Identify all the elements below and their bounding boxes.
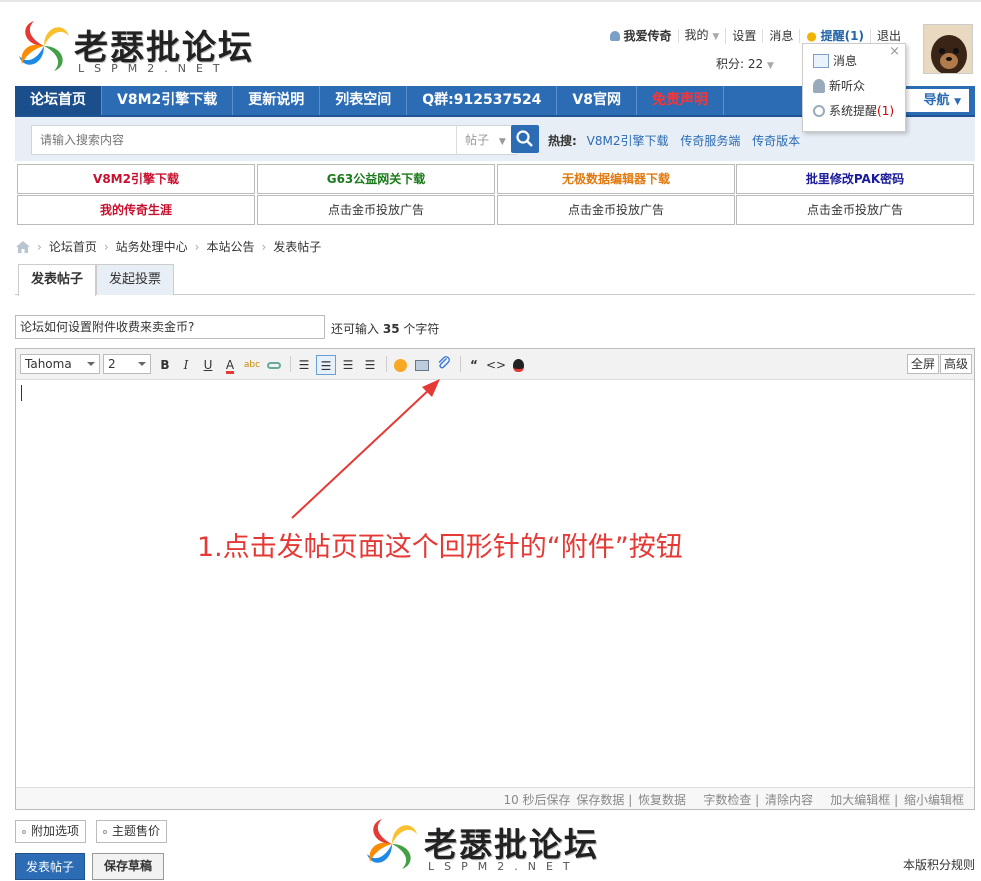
- logo-swirl-icon: [19, 21, 69, 71]
- bulb-icon: ●: [806, 29, 817, 43]
- user-icon: [813, 79, 825, 93]
- remind-link[interactable]: ● 提醒(1): [800, 29, 871, 43]
- hot-searches: 热搜: V8M2引擎下载 传奇服务端 传奇版本: [548, 134, 801, 148]
- annotation-arrow: [291, 379, 440, 519]
- search-icon: [516, 130, 533, 147]
- expand-icon: [103, 829, 107, 834]
- user-bar: 我爱传奇 我的 ▼ 设置 消息 ● 提醒(1) 退出: [604, 28, 907, 44]
- submit-post-button[interactable]: 发表帖子: [15, 853, 85, 880]
- word-count-link[interactable]: 字数检查: [703, 793, 751, 807]
- subject-char-hint: 还可输入 35 个字符: [331, 322, 440, 336]
- editor-status-bar: 10 秒后保存 保存数据 | 恢复数据 字数检查 | 清除内容 加大编辑框 | …: [16, 787, 974, 809]
- credits-menu[interactable]: 积分: 22 ▼: [716, 55, 774, 72]
- notification-popup: × 消息 新听众 系统提醒 (1): [802, 43, 906, 132]
- clear-content-link[interactable]: 清除内容: [765, 793, 813, 807]
- autosave-countdown: 10 秒后保存: [503, 793, 571, 807]
- site-logo[interactable]: 老瑟批论坛 LSPM2.NET: [14, 16, 274, 78]
- nav-item-changelog[interactable]: 更新说明: [233, 86, 321, 115]
- nav-item-v8m2-download[interactable]: V8M2引擎下载: [102, 86, 234, 115]
- search-button[interactable]: [511, 125, 539, 153]
- shrink-editor-link[interactable]: 缩小编辑框: [904, 793, 964, 807]
- avatar-image: [924, 25, 972, 73]
- annotation-text: 1.点击发帖页面这个回形针的“附件”按钮: [197, 532, 683, 563]
- hot-link-server[interactable]: 传奇服务端: [680, 134, 740, 148]
- post-tabs: 发表帖子 发起投票: [15, 264, 975, 296]
- nav-item-list-space[interactable]: 列表空间: [320, 86, 408, 115]
- search-box: 帖子 ▼: [31, 125, 517, 155]
- close-icon[interactable]: ×: [889, 44, 900, 59]
- expand-icon: [22, 829, 26, 834]
- credit-rules-link[interactable]: 本版积分规则: [903, 856, 975, 873]
- popup-item-system-reminder[interactable]: 系统提醒 (1): [813, 100, 894, 122]
- grid-link-ad-3[interactable]: 点击金币投放广告: [736, 195, 974, 225]
- logout-link[interactable]: 退出: [871, 29, 907, 43]
- grid-link-pak[interactable]: 批里修改PAK密码: [736, 164, 974, 194]
- user-icon: [609, 31, 620, 41]
- logo-text: 老瑟批论坛: [424, 825, 599, 864]
- nav-item-disclaimer[interactable]: 免责声明: [637, 86, 724, 115]
- settings-link[interactable]: 设置: [726, 29, 764, 43]
- logo-subtext: LSPM2.NET: [78, 62, 230, 75]
- grid-link-editor[interactable]: 无极数据编辑器下载: [497, 164, 735, 194]
- save-draft-button[interactable]: 保存草稿: [92, 853, 164, 880]
- breadcrumb-current: 发表帖子: [273, 240, 322, 254]
- logo-subtext: LSPM2.NET: [428, 860, 580, 873]
- my-menu[interactable]: 我的 ▼: [679, 28, 727, 44]
- watermark-logo: 老瑟批论坛 LSPM2.NET: [362, 814, 622, 876]
- gear-icon: [813, 105, 825, 117]
- grid-link-ad-2[interactable]: 点击金币投放广告: [497, 195, 735, 225]
- nav-item-v8-site[interactable]: V8官网: [557, 86, 637, 115]
- envelope-icon: [813, 54, 829, 68]
- post-editor: Tahoma 2 B I U A abc ☰ ☰ ☰ ☰ “ <> 全屏 高级 …: [15, 348, 975, 810]
- save-data-link[interactable]: 保存数据: [576, 793, 624, 807]
- breadcrumb-item[interactable]: 论坛首页: [49, 238, 97, 255]
- topic-price-button[interactable]: 主题售价: [96, 820, 168, 843]
- top-line: [0, 0, 981, 2]
- grid-link-v8m2[interactable]: V8M2引擎下载: [17, 164, 255, 194]
- enlarge-editor-link[interactable]: 加大编辑框: [830, 793, 890, 807]
- search-type-select[interactable]: 帖子 ▼: [456, 126, 516, 154]
- breadcrumb: › 论坛首页 › 站务处理中心 › 本站公告 › 发表帖子: [16, 238, 321, 255]
- guide-menu[interactable]: 导航 ▼: [905, 89, 969, 112]
- hot-link-version[interactable]: 传奇版本: [752, 134, 800, 148]
- nav-item-home[interactable]: 论坛首页: [15, 86, 102, 115]
- breadcrumb-item[interactable]: 本站公告: [206, 238, 254, 255]
- grid-link-career[interactable]: 我的传奇生涯: [17, 195, 255, 225]
- messages-link[interactable]: 消息: [763, 29, 801, 43]
- chevron-down-icon: ▼: [954, 97, 961, 107]
- restore-data-link[interactable]: 恢复数据: [638, 793, 686, 807]
- extra-options-button[interactable]: 附加选项: [15, 820, 87, 843]
- chevron-down-icon: ▼: [498, 137, 506, 147]
- popup-item-new-followers[interactable]: 新听众: [813, 75, 865, 97]
- home-icon[interactable]: [16, 240, 30, 253]
- logo-swirl-icon: [367, 819, 417, 869]
- hot-link-v8m2[interactable]: V8M2引擎下载: [587, 134, 669, 148]
- username-link[interactable]: 我爱传奇: [604, 29, 679, 43]
- tab-new-poll[interactable]: 发起投票: [96, 264, 175, 295]
- chevron-down-icon: ▼: [766, 61, 774, 71]
- nav-item-qq-group[interactable]: Q群:912537524: [407, 86, 558, 115]
- search-input[interactable]: [32, 126, 442, 154]
- grid-link-ad-1[interactable]: 点击金币投放广告: [257, 195, 495, 225]
- tab-new-post[interactable]: 发表帖子: [18, 264, 97, 296]
- breadcrumb-item[interactable]: 站务处理中心: [116, 238, 188, 255]
- avatar[interactable]: [923, 24, 973, 74]
- popup-item-messages[interactable]: 消息: [813, 50, 857, 72]
- chevron-down-icon: ▼: [712, 32, 720, 42]
- grid-link-g63[interactable]: G63公益网关下载: [257, 164, 495, 194]
- subject-input[interactable]: 论坛如何设置附件收费来卖金币?: [15, 315, 325, 339]
